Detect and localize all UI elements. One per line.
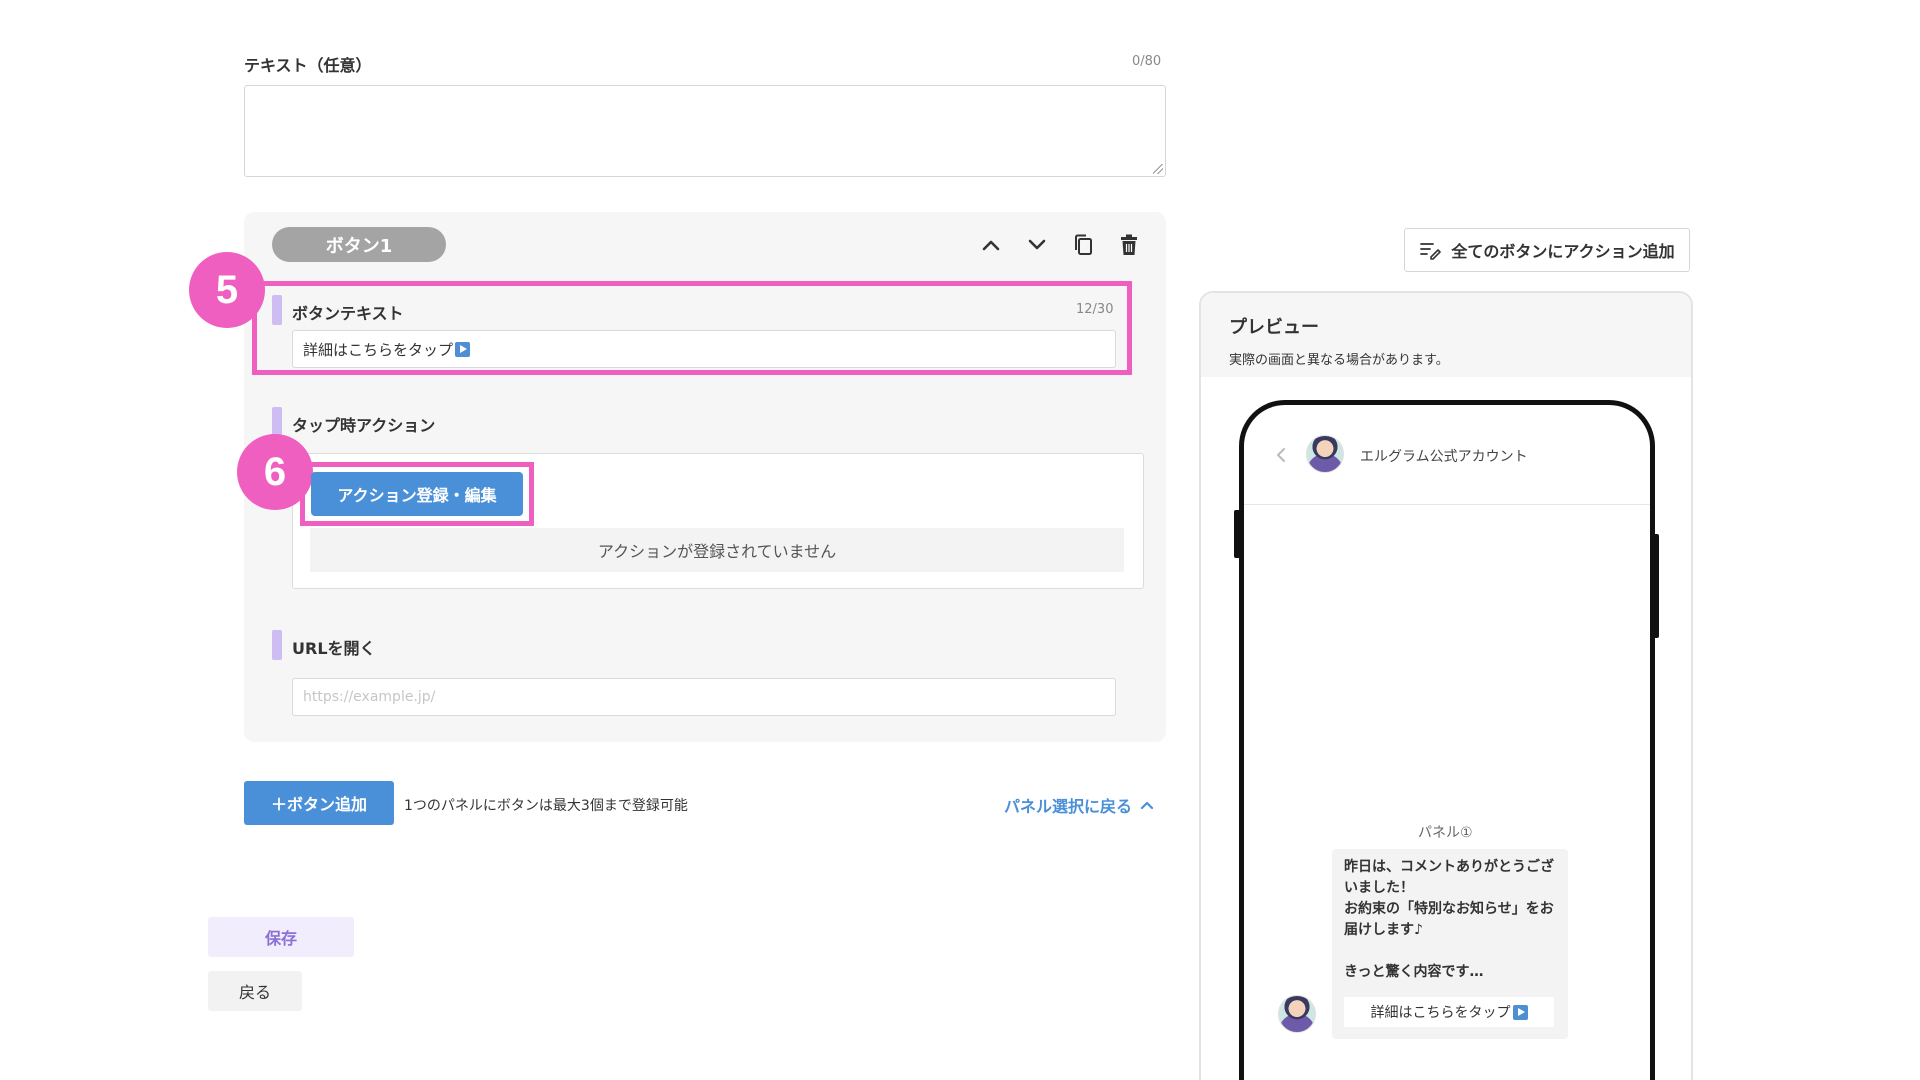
url-input[interactable]: https://example.jp/ (292, 678, 1116, 716)
play-icon (1512, 1004, 1528, 1020)
url-placeholder: https://example.jp/ (303, 689, 436, 705)
button-pill[interactable]: ボタン1 (272, 227, 446, 262)
max-buttons-note: 1つのパネルにボタンは最大3個まで登録可能 (404, 798, 688, 814)
avatar (1306, 435, 1344, 473)
avatar (1278, 995, 1316, 1033)
list-edit-icon (1420, 243, 1442, 260)
accent-bar (272, 407, 282, 437)
button-text-counter: 12/30 (1076, 302, 1114, 317)
chevron-up-icon (1140, 801, 1154, 810)
message-bubble: 昨日は、コメントありがとうございました！ お約束の「特別なお知らせ」をお届けしま… (1332, 849, 1568, 1039)
message-action-button[interactable]: 詳細はこちらをタップ (1344, 997, 1554, 1027)
add-button[interactable]: ＋ボタン追加 (244, 781, 394, 825)
message-action-label: 詳細はこちらをタップ (1370, 1005, 1511, 1021)
trash-icon[interactable] (1114, 230, 1144, 260)
accent-bar (272, 295, 282, 325)
phone-frame: エルグラム公式アカウント パネル① 昨日は、コメントありがとうございました！ お… (1239, 400, 1655, 1080)
accent-bar (272, 630, 282, 660)
no-action-message: アクションが登録されていません (310, 528, 1124, 572)
chevron-up-icon[interactable] (976, 230, 1006, 260)
button-text-input[interactable]: 詳細はこちらをタップ (292, 330, 1116, 368)
text-field-counter: 0/80 (1132, 54, 1162, 69)
button-text-label: ボタンテキスト (292, 304, 404, 323)
preview-title: プレビュー (1229, 317, 1319, 338)
chevron-down-icon[interactable] (1022, 230, 1052, 260)
tap-action-label: タップ時アクション (292, 416, 436, 435)
back-chevron-icon[interactable] (1276, 447, 1286, 467)
resize-grip-icon[interactable] (1153, 164, 1163, 174)
phone-chat-header: エルグラム公式アカウント (1244, 405, 1650, 505)
panel-label: パネル① (1418, 825, 1473, 841)
copy-icon[interactable] (1068, 230, 1098, 260)
back-button[interactable]: 戻る (208, 971, 302, 1011)
account-name: エルグラム公式アカウント (1360, 449, 1528, 465)
preview-header: プレビュー 実際の画面と異なる場合があります。 (1201, 293, 1691, 377)
save-button[interactable]: 保存 (208, 917, 354, 957)
play-icon (455, 341, 471, 357)
text-field-label: テキスト（任意） (244, 56, 372, 75)
button-text-value: 詳細はこちらをタップ (303, 340, 454, 359)
text-field-textarea[interactable] (244, 85, 1166, 177)
message-text: 昨日は、コメントありがとうございました！ お約束の「特別なお知らせ」をお届けしま… (1344, 859, 1554, 980)
back-to-panel-label: パネル選択に戻る (1004, 797, 1133, 816)
add-action-all-label: 全てのボタンにアクション追加 (1451, 242, 1675, 261)
preview-note: 実際の画面と異なる場合があります。 (1229, 353, 1449, 368)
back-to-panel-link[interactable]: パネル選択に戻る (1004, 793, 1154, 817)
add-action-all-button[interactable]: 全てのボタンにアクション追加 (1404, 228, 1690, 272)
url-label: URLを開く (292, 639, 376, 658)
register-action-button[interactable]: アクション登録・編集 (311, 472, 523, 516)
